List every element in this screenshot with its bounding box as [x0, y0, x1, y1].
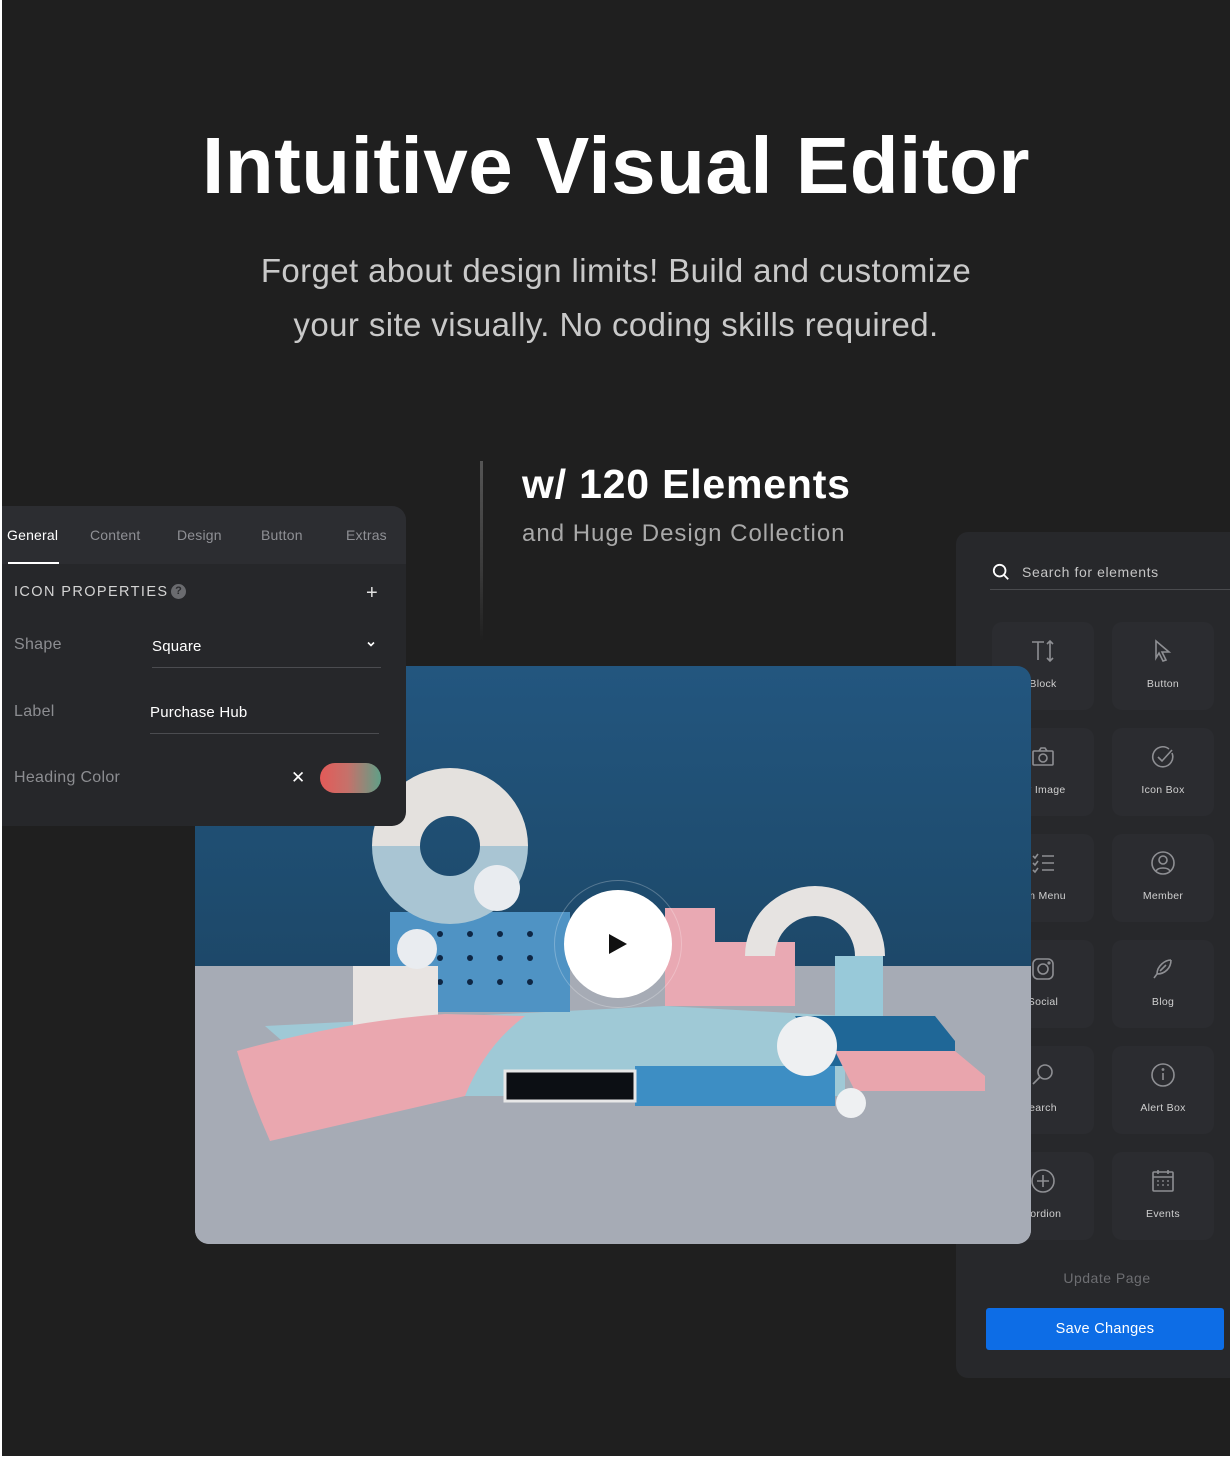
- label-label: Label: [14, 703, 55, 720]
- tab-bar: General Content Design Button Extras: [2, 506, 406, 564]
- properties-panel: General Content Design Button Extras ICO…: [2, 506, 406, 826]
- element-search[interactable]: [990, 554, 1230, 590]
- hero-subtitle-line-1: Forget about design limits! Build and cu…: [260, 252, 972, 289]
- element-label: Alert Box: [1140, 1102, 1186, 1114]
- element-label: Blog: [1151, 996, 1175, 1008]
- element-tile-alert-box[interactable]: Alert Box: [1112, 1046, 1214, 1134]
- shape-select[interactable]: Square: [152, 632, 381, 668]
- search-icon: [1032, 1064, 1053, 1085]
- play-icon: [609, 934, 627, 954]
- vertical-divider: [480, 461, 483, 641]
- chevron-down-icon: [367, 641, 375, 647]
- sphere: [474, 865, 520, 911]
- element-label: Button: [1146, 678, 1180, 690]
- search-input[interactable]: [1022, 563, 1222, 580]
- hero-title: Intuitive Visual Editor: [202, 121, 1030, 210]
- element-tile-member[interactable]: Member: [1112, 834, 1214, 922]
- add-icon[interactable]: +: [366, 582, 378, 605]
- shape-label: Shape: [14, 636, 62, 653]
- element-label: Icon Box: [1141, 784, 1185, 796]
- tab-general[interactable]: General: [7, 527, 58, 543]
- text-size-icon: [1032, 639, 1054, 663]
- tagline-heading: w/ 120 Elements: [522, 461, 851, 507]
- element-tile-events[interactable]: Events: [1112, 1152, 1214, 1240]
- clear-color-icon[interactable]: ✕: [291, 768, 305, 788]
- help-icon[interactable]: ?: [171, 584, 186, 599]
- calendar-icon: [1152, 1170, 1174, 1192]
- tab-design[interactable]: Design: [177, 527, 222, 543]
- user-circle-icon: [1151, 851, 1175, 875]
- arch-leg: [835, 956, 883, 1016]
- section-title: ICON PROPERTIES: [14, 584, 169, 600]
- sphere: [777, 1016, 837, 1076]
- save-changes-button[interactable]: Save Changes: [986, 1308, 1224, 1350]
- sphere: [836, 1088, 866, 1118]
- element-label: Events: [1146, 1208, 1180, 1220]
- heading-color-label: Heading Color: [14, 769, 121, 786]
- sphere: [397, 929, 437, 969]
- plus-circle-icon: [1031, 1169, 1055, 1193]
- feather-icon: [1153, 959, 1172, 979]
- element-tile-icon-box[interactable]: Icon Box: [1112, 728, 1214, 816]
- camera-icon: [1032, 747, 1054, 766]
- info-circle-icon: [1151, 1063, 1175, 1087]
- tab-content[interactable]: Content: [90, 527, 140, 543]
- check-circle-icon: [1152, 746, 1174, 768]
- hero-subtitle-line-2: your site visually. No coding skills req…: [293, 306, 939, 343]
- frame-opening: [503, 1069, 637, 1103]
- search-icon: [992, 563, 1009, 580]
- page: Intuitive Visual Editor Forget about des…: [2, 0, 1230, 1456]
- label-input[interactable]: Purchase Hub: [150, 698, 379, 734]
- element-label: Member: [1142, 890, 1184, 902]
- tab-extras[interactable]: Extras: [346, 527, 387, 543]
- tab-button[interactable]: Button: [261, 527, 303, 543]
- instagram-icon: [1032, 958, 1054, 980]
- cursor-arrow-icon: [1155, 639, 1172, 662]
- play-button[interactable]: [564, 890, 672, 998]
- element-tile-blog[interactable]: Blog: [1112, 940, 1214, 1028]
- heading-color-swatch[interactable]: [320, 763, 381, 793]
- active-tab-indicator: [8, 562, 59, 564]
- label-value: Purchase Hub: [150, 704, 248, 721]
- element-tile-button[interactable]: Button: [1112, 622, 1214, 710]
- terrazzo-arch: [745, 886, 885, 956]
- checklist-icon: [1032, 853, 1054, 874]
- update-page-link[interactable]: Update Page: [956, 1270, 1230, 1286]
- hero-subtitle: Forget about design limits! Build and cu…: [2, 244, 1230, 352]
- tagline-subheading: and Huge Design Collection: [522, 520, 846, 547]
- shape-value: Square: [152, 638, 202, 655]
